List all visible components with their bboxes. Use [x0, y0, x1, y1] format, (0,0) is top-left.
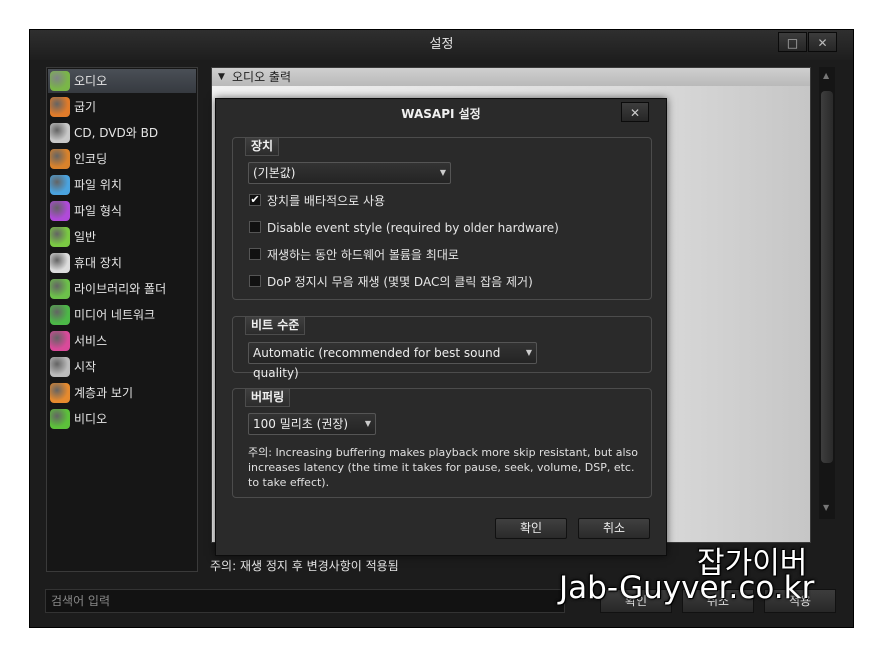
bit-depth-group-title: 비트 수준	[245, 316, 306, 335]
buffering-select-value: 100 밀리초 (권장)	[253, 417, 349, 431]
sidebar-item-label: 인코딩	[74, 152, 108, 166]
apply-note: 주의: 재생 정지 후 변경사항이 적용됨	[210, 559, 399, 573]
checkbox-label: DoP 정지시 무음 재생 (몇몇 DAC의 클릭 잡음 제거)	[267, 275, 533, 289]
close-icon: ✕	[817, 36, 828, 50]
sidebar-item-label: 비디오	[74, 412, 108, 426]
sidebar-item[interactable]: 계층과 보기	[48, 381, 196, 405]
sidebar-item[interactable]: 인코딩	[48, 147, 196, 171]
checkbox-box[interactable]	[249, 248, 261, 260]
dropdown-arrow-icon: ▼	[364, 419, 371, 428]
sidebar-item-label: 오디오	[74, 74, 108, 88]
sidebar-item[interactable]: CD, DVD와 BD	[48, 121, 196, 145]
buffering-select[interactable]: 100 밀리초 (권장) ▼	[248, 413, 376, 435]
device-select-value: (기본값)	[253, 166, 296, 180]
sidebar-item[interactable]: 일반	[48, 225, 196, 249]
file-format-icon	[50, 201, 70, 221]
sidebar-item-label: 굽기	[74, 100, 97, 114]
sidebar-item-label: 파일 형식	[74, 204, 122, 218]
disc-icon	[50, 123, 70, 143]
sidebar-item[interactable]: 파일 위치	[48, 173, 196, 197]
close-icon: ✕	[629, 106, 641, 120]
buffering-group: 버퍼링 100 밀리초 (권장) ▼ 주의: Increasing buffer…	[232, 388, 652, 498]
sidebar-item[interactable]: 굽기	[48, 95, 196, 119]
dialog-cancel-button[interactable]: 취소	[578, 518, 650, 539]
sidebar-item-label: 휴대 장치	[74, 256, 122, 270]
buffering-note: 주의: Increasing buffering makes playback …	[248, 446, 638, 489]
dialog-close-button[interactable]: ✕	[621, 102, 649, 122]
device-group: 장치 (기본값) ▼ ✔ 장치를 배타적으로 사용 Disable event …	[232, 137, 652, 300]
buffering-group-title: 버퍼링	[245, 388, 291, 407]
maximize-icon: □	[786, 36, 799, 50]
sidebar-item-label: 파일 위치	[74, 178, 122, 192]
section-header-audio-output[interactable]: ▼ 오디오 출력	[212, 68, 810, 86]
sidebar-item-label: CD, DVD와 BD	[74, 126, 159, 140]
audio-icon	[50, 71, 70, 91]
sidebar-item-label: 미디어 네트워크	[74, 308, 156, 322]
vertical-scrollbar[interactable]: ▲ ▼	[819, 67, 835, 519]
scroll-up-arrow-icon[interactable]: ▲	[823, 71, 829, 80]
media-network-icon	[50, 305, 70, 325]
sidebar-item-label: 라이브러리와 폴더	[74, 282, 167, 296]
sidebar-item-label: 시작	[74, 360, 97, 374]
section-header-label: 오디오 출력	[232, 70, 292, 84]
settings-sidebar: 오디오굽기 CD, DVD와 BD 인코딩파일 위치파일 형식일반휴대 장치라이브러…	[46, 67, 198, 572]
sidebar-item-label: 서비스	[74, 334, 108, 348]
sidebar-item[interactable]: 서비스	[48, 329, 196, 353]
dialog-ok-button[interactable]: 확인	[495, 518, 567, 539]
checkbox-box[interactable]	[249, 221, 261, 233]
sidebar-item-label: 일반	[74, 230, 97, 244]
checkbox-box[interactable]	[249, 275, 261, 287]
checkbox-label: 재생하는 동안 하드웨어 볼륨을 최대로	[267, 248, 459, 262]
sidebar-item[interactable]: 오디오	[48, 69, 196, 93]
checkbox-label: 장치를 배타적으로 사용	[267, 194, 386, 208]
dropdown-arrow-icon: ▼	[525, 348, 532, 357]
library-icon	[50, 279, 70, 299]
title-bar: 설정 □ ✕	[30, 30, 853, 60]
sidebar-item[interactable]: 비디오	[48, 407, 196, 431]
general-icon	[50, 227, 70, 247]
collapse-triangle-icon: ▼	[218, 72, 225, 82]
wasapi-settings-dialog: WASAPI 설정 ✕ 장치 (기본값) ▼ ✔ 장치를 배타적으로 사용 Di…	[215, 98, 667, 556]
device-select[interactable]: (기본값) ▼	[248, 162, 451, 184]
sidebar-item[interactable]: 파일 형식	[48, 199, 196, 223]
scrollbar-thumb[interactable]	[821, 91, 833, 463]
sidebar-item[interactable]: 라이브러리와 폴더	[48, 277, 196, 301]
startup-icon	[50, 357, 70, 377]
services-icon	[50, 331, 70, 351]
close-button[interactable]: ✕	[808, 32, 837, 52]
checkbox-label: Disable event style (required by older h…	[267, 221, 559, 235]
bit-depth-select-value: Automatic (recommended for best sound qu…	[253, 346, 501, 380]
maximize-button[interactable]: □	[778, 32, 807, 52]
bit-depth-select[interactable]: Automatic (recommended for best sound qu…	[248, 342, 537, 380]
sidebar-item[interactable]: 휴대 장치	[48, 251, 196, 275]
dialog-title: WASAPI 설정	[401, 107, 481, 121]
file-location-icon	[50, 175, 70, 195]
video-icon	[50, 409, 70, 429]
burn-icon	[50, 97, 70, 117]
bit-depth-group: 비트 수준 Automatic (recommended for best so…	[232, 316, 652, 380]
sidebar-item[interactable]: 미디어 네트워크	[48, 303, 196, 327]
hierarchy-icon	[50, 383, 70, 403]
portable-device-icon	[50, 253, 70, 273]
search-input[interactable]: 검색어 입력	[45, 589, 565, 613]
watermark-url: Jab-Guyver.co.kr	[559, 570, 815, 606]
scroll-down-arrow-icon[interactable]: ▼	[823, 503, 829, 512]
sidebar-item-label: 계층과 보기	[74, 386, 134, 400]
window-title: 설정	[429, 37, 454, 52]
sidebar-item[interactable]: 시작	[48, 355, 196, 379]
dropdown-arrow-icon: ▼	[439, 168, 446, 177]
encoding-icon	[50, 149, 70, 169]
checkbox-box[interactable]: ✔	[249, 194, 261, 206]
device-group-title: 장치	[245, 137, 280, 156]
